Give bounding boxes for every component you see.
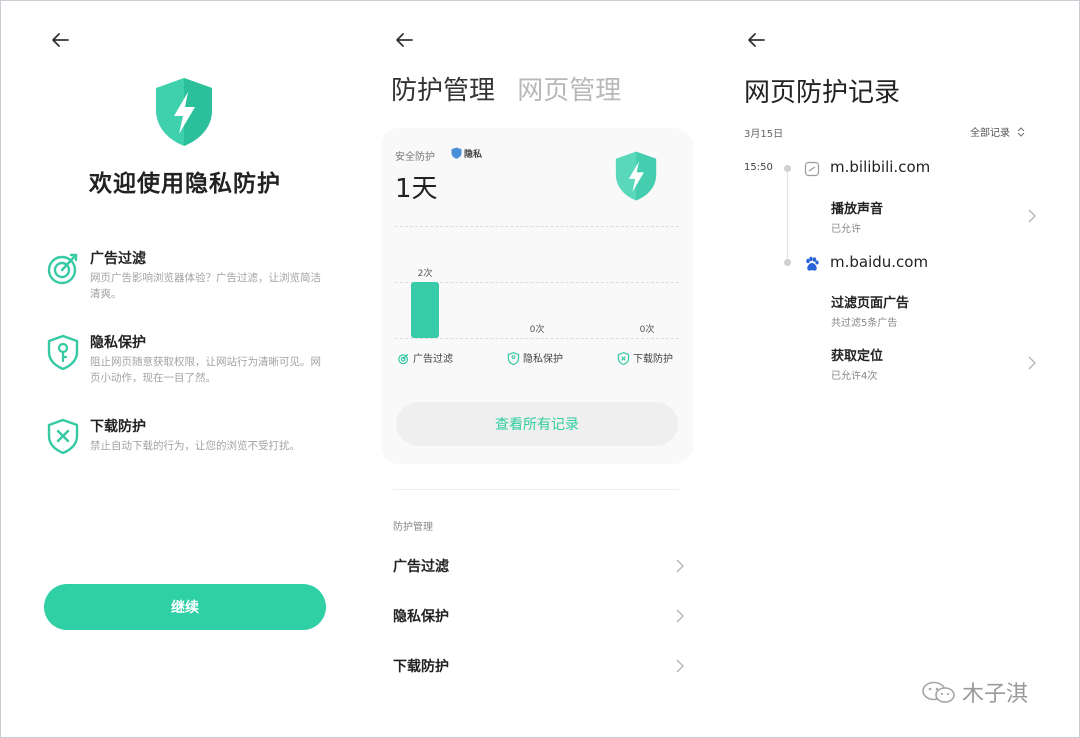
record-status: 已允许4次 [831,371,878,382]
back-arrow-icon[interactable] [392,28,416,52]
record-status: 共过滤5条广告 [831,318,898,329]
welcome-title: 欢迎使用隐私防护 [89,171,281,197]
back-arrow-icon[interactable] [744,28,768,52]
chevron-right-icon [676,659,684,673]
menu-item-label: 隐私保护 [393,609,449,625]
protection-summary-card: 安全防护 隐私 1天 广告过滤 隐私保护 下载防护 查看所有记录 2次 0次 0次 [381,128,693,464]
timeline-line [787,167,788,263]
feature-title: 隐私保护 [90,335,146,351]
tab-bar: 防护管理 网页管理 [391,70,635,107]
category-download: 下载防护 [617,350,673,365]
chart-value-label: 0次 [529,325,545,335]
category-privacy: 隐私保护 [507,350,563,365]
management-screen: 防护管理 网页管理 安全防护 隐私 1天 广告过滤 隐私保护 下载防护 查看所有… [360,0,720,738]
record-title: 获取定位 [831,349,884,364]
tab-protection-management[interactable]: 防护管理 [391,70,495,107]
chart-value-label: 2次 [417,269,433,279]
record-play-sound[interactable]: 播放声音 已允许 [831,198,1041,238]
chevron-right-icon [676,609,684,623]
bilibili-icon [804,161,820,177]
chevron-right-icon [1028,209,1036,223]
baidu-paw-icon [806,256,819,271]
page-title: 网页防护记录 [744,78,901,108]
feature-title: 广告过滤 [90,251,146,267]
record-filter-ads: 过滤页面广告 共过滤5条广告 [831,292,1041,332]
records-screen: 网页防护记录 3月15日 全部记录 15:50 m.bilibili.com 播… [720,0,1080,738]
menu-item-privacy[interactable]: 隐私保护 [393,598,685,634]
lightning-shield-icon [156,78,212,146]
privacy-badge-label: 隐私 [464,150,483,160]
menu-item-download[interactable]: 下载防护 [393,648,685,684]
record-status: 已允许 [831,224,861,235]
filter-label: 全部记录 [970,128,1010,139]
wechat-icon [922,681,955,703]
watermark: 木子淇 [920,676,1028,708]
target-icon [398,353,409,365]
lightning-shield-icon [615,151,657,201]
back-arrow-icon[interactable] [48,28,72,52]
record-date: 3月15日 [744,129,784,140]
target-icon [47,253,78,285]
x-shield-icon [47,418,79,454]
key-shield-icon [47,334,79,370]
record-time: 15:50 [744,162,773,173]
feature-title: 下载防护 [90,419,146,435]
section-divider [393,489,679,490]
chart-value-label: 0次 [639,325,655,335]
continue-button[interactable]: 继续 [44,584,326,630]
feature-privacy: 隐私保护 阻止网页随意获取权限，让网站行为清晰可见。网页小动作，现在一目了然。 [46,332,336,402]
category-label: 隐私保护 [523,354,563,365]
feature-desc: 网页广告影响浏览器体验？广告过滤，让浏览简洁清爽。 [90,272,321,300]
chevron-right-icon [676,559,684,573]
chart-baseline [395,338,679,339]
view-all-records-button[interactable]: 查看所有记录 [396,402,678,446]
category-label: 广告过滤 [413,354,453,365]
menu-item-label: 下载防护 [393,659,449,675]
feature-desc: 阻止网页随意获取权限，让网站行为清晰可见。网页小动作，现在一目了然。 [90,356,321,384]
chevron-right-icon [1028,356,1036,370]
section-title: 防护管理 [393,522,433,533]
x-shield-icon [617,352,630,365]
welcome-screen: 欢迎使用隐私防护 广告过滤 网页广告影响浏览器体验？广告过滤，让浏览简洁清爽。 … [0,0,360,738]
feature-download: 下载防护 禁止自动下载的行为，让您的浏览不受打扰。 [46,416,336,486]
key-shield-icon [507,352,520,365]
chevron-up-down-icon [1017,127,1025,137]
feature-desc: 禁止自动下载的行为，让您的浏览不受打扰。 [90,440,300,452]
card-label: 安全防护 [395,152,435,163]
feature-ad-filter: 广告过滤 网页广告影响浏览器体验？广告过滤，让浏览简洁清爽。 [46,248,336,318]
record-location[interactable]: 获取定位 已允许4次 [831,345,1041,385]
menu-item-ad-filter[interactable]: 广告过滤 [393,548,685,584]
menu-item-label: 广告过滤 [393,559,449,575]
shield-badge-icon [451,147,462,159]
timeline-dot [784,259,791,266]
record-title: 播放声音 [831,202,884,217]
tab-web-management[interactable]: 网页管理 [517,70,621,107]
site-name: m.baidu.com [830,253,929,271]
timeline-dot [784,165,791,172]
category-label: 下载防护 [633,354,673,365]
category-ad-filter: 广告过滤 [397,350,453,365]
watermark-text: 木子淇 [962,682,1029,707]
protection-days: 1天 [395,174,438,204]
record-filter-dropdown[interactable]: 全部记录 [970,124,1025,139]
record-title: 过滤页面广告 [831,296,910,311]
chart-bar [411,282,439,338]
privacy-badge: 隐私 [451,147,482,160]
chart-gridline [395,226,679,227]
site-name: m.bilibili.com [830,158,931,176]
